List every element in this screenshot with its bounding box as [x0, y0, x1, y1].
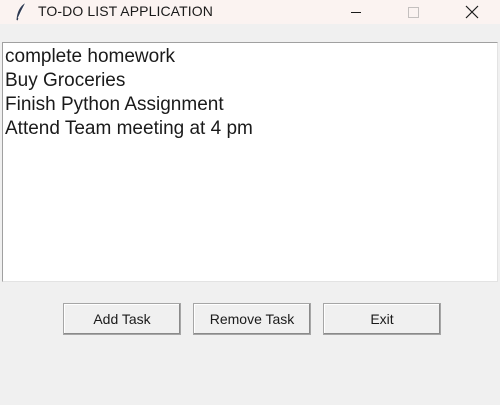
close-button[interactable]: [444, 0, 500, 24]
window-title: TO-DO LIST APPLICATION: [38, 3, 213, 19]
list-item[interactable]: complete homework: [5, 45, 497, 69]
list-item[interactable]: Finish Python Assignment: [5, 93, 497, 117]
minimize-button[interactable]: [328, 0, 384, 24]
remove-task-button[interactable]: Remove Task: [193, 303, 311, 335]
exit-button[interactable]: Exit: [323, 303, 441, 335]
list-item[interactable]: Buy Groceries: [5, 69, 497, 93]
add-task-button[interactable]: Add Task: [63, 303, 181, 335]
title-bar[interactable]: TO-DO LIST APPLICATION: [0, 0, 500, 24]
minimize-icon: [351, 11, 361, 13]
maximize-button[interactable]: [385, 0, 441, 24]
task-listbox[interactable]: complete homework Buy Groceries Finish P…: [2, 42, 498, 282]
list-item[interactable]: Attend Team meeting at 4 pm: [5, 117, 497, 141]
close-icon: [465, 5, 479, 19]
maximize-icon: [407, 6, 419, 18]
feather-icon: [16, 2, 26, 21]
